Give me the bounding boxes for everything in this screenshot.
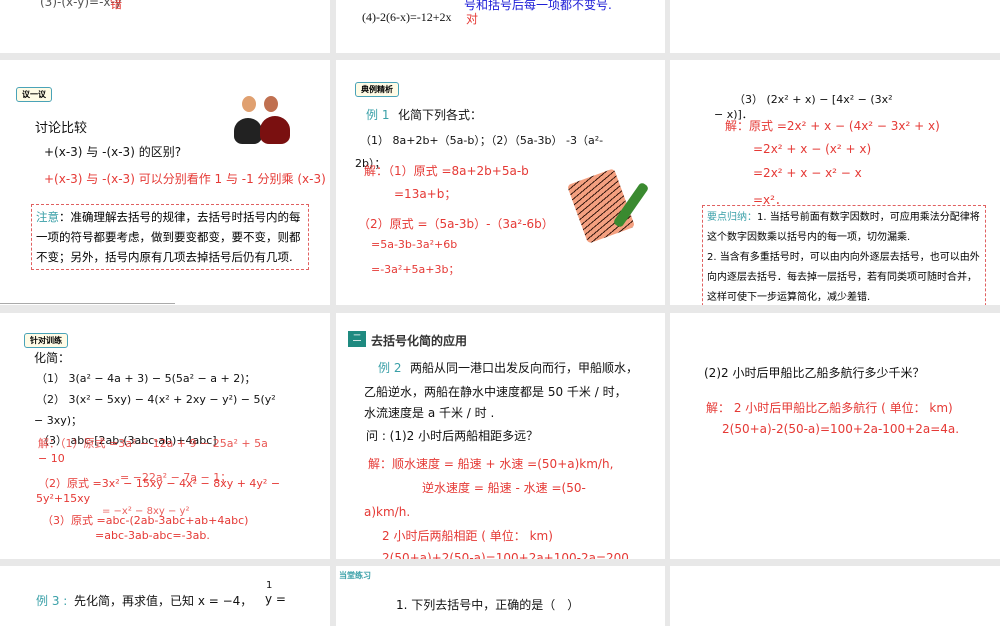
section-number-icon: 二 (348, 331, 366, 347)
summary-label: 要点归纳： (707, 212, 757, 223)
question-text: − 3xy)； (34, 414, 83, 427)
question-text: 1. 下列去括号中，正确的是（ ） (396, 598, 580, 612)
solution-line: （2）原式 =（5a-3b）-（3a²-6b） (358, 217, 554, 231)
solution-line: （3）原式 =abc-(2ab-3abc+ab+4abc) (42, 514, 249, 527)
solution-line: 解：顺水速度 = 船速 + 水速 =(50+a)km/h, (368, 457, 614, 471)
example-text: 化简下列各式： (398, 108, 483, 122)
example-text: 两船从同一港口出发反向而行，甲船顺水， (410, 361, 639, 375)
slide-thumbnail-12[interactable] (670, 566, 1000, 626)
example-label: 例 3 : (36, 594, 68, 608)
solution-line: 解：（1）原式 =3a² − 12a + 9 − 25a² + 5a (38, 437, 268, 450)
example-label: 例 2 (378, 361, 402, 375)
question-text: （1） 8a+2b+（5a-b）；（2）（5a-3b） -3（a²- (360, 134, 604, 147)
slide-text: 号和括号后每一项都不变号. (464, 0, 612, 12)
slide-text: (4)-2(6-x)=-12+2x (362, 10, 452, 24)
slide-text: 错 (110, 0, 123, 11)
note-label: 注意 (36, 210, 59, 224)
note-text: ：准确理解去括号的规律，去括号时括号内的每一项的符号都要考虑，做到要变都变，要不… (36, 210, 301, 264)
slide-title: 化简： (34, 351, 71, 365)
example-text: 水流速度是 a 千米 / 时 . (364, 406, 495, 420)
divider (0, 303, 175, 304)
solution-line: 解：原式 =2x² + x − (4x² − 3x² + x) (725, 119, 940, 133)
question-text: （2） 3(x² − 5xy) − 4(x² + 2xy − y²) − 5(y… (36, 393, 276, 406)
fraction-numerator: 1 (266, 580, 273, 591)
slide-thumbnail-6[interactable]: （3） (2x² + x) − [4x² − (3x² − x)]． 解：原式 … (670, 60, 1000, 305)
summary-box: 要点归纳：1. 当括号前面有数字因数时，可应用乘法分配律将这个数字因数乘以括号内… (702, 205, 986, 305)
question-text: （1） 3(a² − 4a + 3) − 5(5a² − a + 2)； (36, 372, 256, 385)
slide-thumbnail-9[interactable]: (2)2 小时后甲船比乙船多航行多少千米？ 解： 2 小时后甲船比乙船多航行 (… (670, 313, 1000, 559)
slide-title: 讨论比较 (35, 121, 88, 136)
people-discussion-image (234, 96, 294, 146)
question-text: 问 : (1)2 小时后两船相距多远？ (366, 429, 539, 443)
example-text: 先化简，再求值，已知 x = −4， (74, 594, 253, 608)
solution-line: =5a-3b-3a²+6b (371, 238, 458, 251)
solution-line: =13a+b； (394, 187, 457, 201)
solution-line: =2x² + x − (x² + x) (753, 142, 872, 156)
solution-line: 5y²+15xy (36, 492, 91, 505)
note-box: 注意：准确理解去括号的规律，去括号时括号内的每一项的符号都要考虑，做到要变都变，… (31, 204, 309, 270)
slide-thumbnail-11[interactable]: 当堂练习 1. 下列去括号中，正确的是（ ） (336, 566, 665, 626)
solution-line: − 10 (38, 452, 65, 465)
slide-thumbnail-4[interactable]: 议一议 讨论比较 +(x-3) 与 -(x-3) 的区别? +(x-3) 与 -… (0, 60, 330, 305)
example-label: 例 1 (366, 108, 390, 122)
section-heading: 去括号化简的应用 (371, 334, 468, 348)
section-tag: 针对训练 (24, 333, 68, 348)
solution-line: a)km/h. (364, 505, 411, 519)
slide-thumbnail-10[interactable]: 例 3 : 先化简，再求值，已知 x = −4， 1 y = (0, 566, 330, 626)
question-text: (2)2 小时后甲船比乙船多航行多少千米？ (704, 366, 925, 380)
section-tag: 议一议 (16, 87, 52, 102)
section-tag: 当堂练习 (339, 571, 371, 580)
answer-text: +(x-3) 与 -(x-3) 可以分别看作 1 与 -1 分别乘 (x-3) (44, 172, 326, 186)
slide-thumbnail-3[interactable] (670, 0, 1000, 53)
solution-line: 2(50+a)+2(50-a)=100+2a+100-2a=200 (382, 551, 629, 559)
solution-line: 解： 2 小时后甲船比乙船多航行 ( 单位： km) (706, 401, 953, 415)
example-text: y = (265, 592, 286, 606)
example-text: 乙船逆水，两船在静水中速度都是 50 千米 / 时， (364, 385, 627, 399)
summary-text: 2. 当含有多重括号时，可以由内向外逐层去括号，也可以由外向内逐层去括号．每去掉… (707, 252, 980, 303)
slide-thumbnail-2[interactable]: 号和括号后每一项都不变号. (4)-2(6-x)=-12+2x 对 (336, 0, 665, 53)
slide-thumbnail-5[interactable]: 典例精析 例 1 化简下列各式： （1） 8a+2b+（5a-b）；（2）（5a… (336, 60, 665, 305)
slide-thumbnail-8[interactable]: 二 去括号化简的应用 例 2 两船从同一港口出发反向而行，甲船顺水， 乙船逆水，… (336, 313, 665, 559)
question-text: （3） (2x² + x) − [4x² − (3x² (734, 93, 893, 106)
slide-thumbnail-1[interactable]: (3)-(x-y)=-x-y 错 (0, 0, 330, 53)
solution-line: =abc-3ab-abc=-3ab. (95, 529, 210, 542)
solution-line: 2(50+a)-2(50-a)=100+2a-100+2a=4a. (722, 422, 960, 436)
solution-line: =2x² + x − x² − x (753, 166, 862, 180)
slide-text: 对 (466, 12, 479, 26)
solution-line: =-3a²+5a+3b； (371, 263, 460, 276)
solution-line: 逆水速度 = 船速 - 水速 =(50- (422, 481, 586, 495)
solution-line: 解：（1）原式 =8a+2b+5a-b (364, 164, 529, 178)
solution-line: （2）原式 =3x² − 15xy − 4x² − 8xy + 4y² − (38, 477, 281, 490)
solution-line: 2 小时后两船相距 ( 单位： km) (382, 529, 553, 543)
slide-thumbnail-7[interactable]: 针对训练 化简： （1） 3(a² − 4a + 3) − 5(5a² − a … (0, 313, 330, 559)
section-tag: 典例精析 (355, 82, 399, 97)
question-text: +(x-3) 与 -(x-3) 的区别? (44, 145, 182, 159)
